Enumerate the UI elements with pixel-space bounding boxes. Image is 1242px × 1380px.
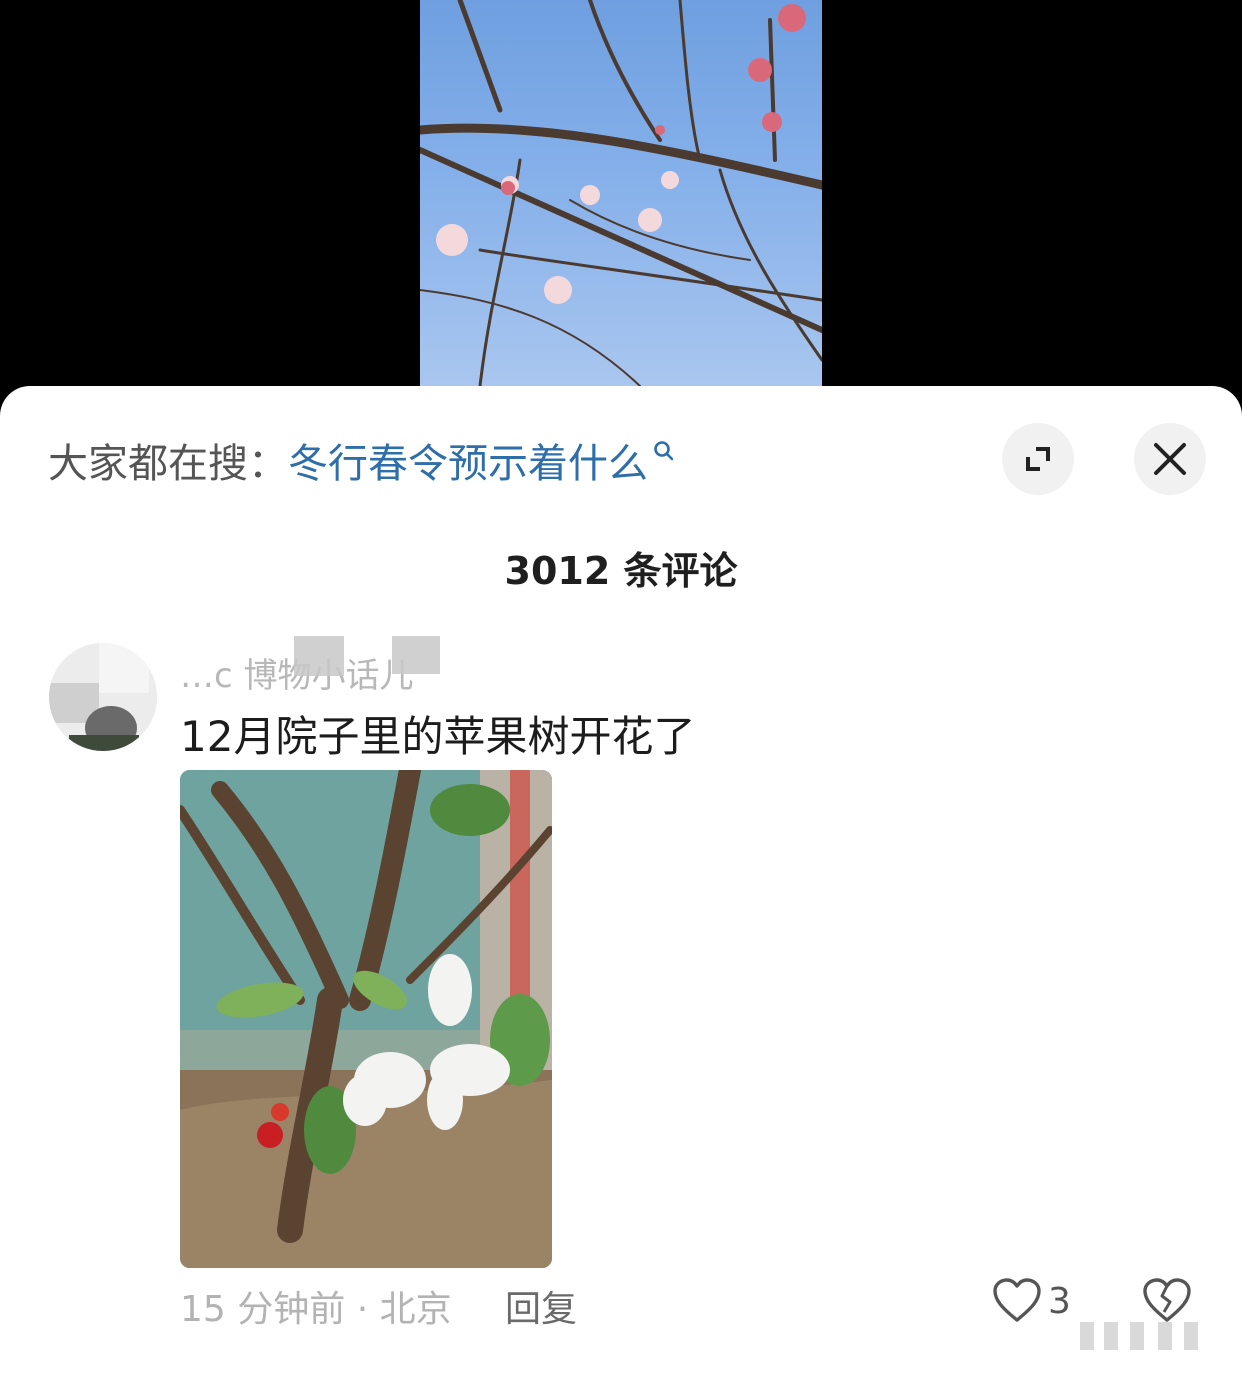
search-icon[interactable]: [652, 427, 676, 473]
video-frame-blossom-branches[interactable]: [420, 0, 822, 386]
heart-icon: [993, 1278, 1041, 1322]
watermark-bar: [1080, 1322, 1094, 1350]
avatar[interactable]: [49, 643, 157, 751]
close-button[interactable]: [1134, 423, 1206, 495]
comment-time-location: 15 分钟前 · 北京: [180, 1289, 452, 1330]
comment-photo-apple-blossom[interactable]: [180, 770, 552, 1268]
apple-blossom-photo: [180, 770, 552, 1268]
like-count: 3: [1048, 1280, 1071, 1322]
search-suggestion[interactable]: 大家都在搜： 冬行春令预示着什么: [48, 428, 676, 492]
search-prefix-label: 大家都在搜：: [48, 441, 288, 487]
like-button[interactable]: 3: [992, 1278, 1071, 1324]
username-blur-mask: [294, 636, 344, 676]
close-icon: [1154, 443, 1186, 475]
search-query-link[interactable]: 冬行春令预示着什么: [288, 431, 648, 489]
watermark-bar: [1184, 1322, 1198, 1350]
blossom-branches-image: [420, 0, 822, 386]
expand-icon: [1026, 447, 1050, 471]
watermark-bar: [1104, 1322, 1118, 1350]
comment-text: 12月院子里的苹果树开花了: [180, 712, 696, 761]
expand-button[interactable]: [1002, 423, 1074, 495]
dislike-button[interactable]: [1142, 1278, 1192, 1328]
video-background: [0, 0, 1242, 400]
watermark-bar: [1158, 1322, 1172, 1350]
comment-count-title: 3012 条评论: [504, 549, 738, 593]
broken-heart-icon: [1143, 1278, 1191, 1322]
reply-button[interactable]: 回复: [505, 1280, 577, 1332]
watermark-bar: [1130, 1322, 1144, 1350]
username-blur-mask: [392, 636, 440, 674]
